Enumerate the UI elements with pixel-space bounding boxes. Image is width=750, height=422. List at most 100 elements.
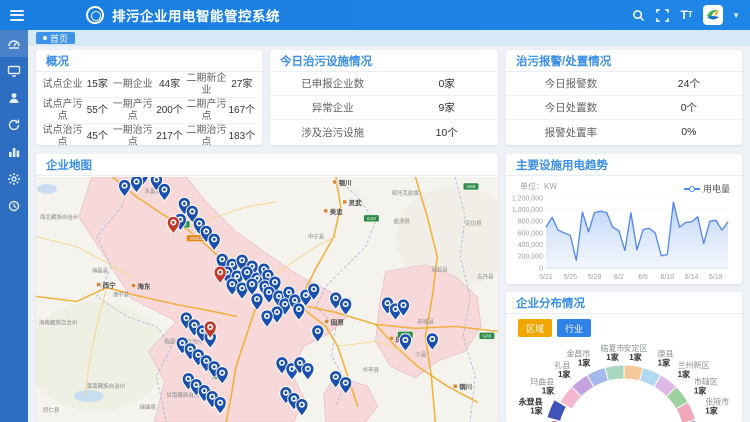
donut-label: 礼县 [554, 360, 570, 370]
overview-value: 44家 [154, 72, 185, 98]
donut-count: 1家 [678, 369, 691, 379]
power-trend-panel: 主要设施用电趋势 单位：KW 用电量 0200,000400,000600,00… [506, 154, 742, 284]
overview-value: 200个 [154, 98, 185, 124]
font-size-icon[interactable]: TT [679, 8, 694, 23]
history-icon [7, 199, 21, 213]
svg-text:1,200,000: 1,200,000 [512, 195, 543, 202]
map-place-label: 同仁县 [43, 406, 60, 414]
donut-label: 安定区 [623, 343, 647, 353]
donut-count: 1家 [578, 358, 591, 368]
donut-label: 玛曲县 [530, 376, 554, 386]
map-place-label: 湟中县 [113, 291, 130, 299]
overview-label: 二期新企业 [185, 72, 228, 98]
table-row: 今日报警数 24个 [506, 72, 742, 96]
svg-text:5/21: 5/21 [539, 274, 553, 281]
map-place-label: 盐池县 [393, 217, 410, 225]
sidebar-item-history[interactable] [0, 192, 28, 219]
map-pin[interactable] [302, 363, 314, 381]
app-logo-icon [86, 6, 104, 24]
map-city-marker [333, 180, 337, 184]
overview-value: 167个 [228, 98, 256, 124]
svg-text:5/25: 5/25 [563, 274, 577, 281]
row-label: 异常企业 [270, 100, 395, 115]
donut-label: 市辖区 [694, 376, 718, 386]
map-place-label: 海北藏族自治州 [40, 213, 78, 221]
sidebar-item-user[interactable] [0, 84, 28, 111]
overview-label: 试点治污点 [42, 124, 83, 145]
donut-count: 1家 [658, 358, 671, 368]
donut-label: 永登县 [518, 396, 543, 406]
donut-count: 1家 [530, 405, 543, 415]
svg-text:200,000: 200,000 [518, 254, 543, 261]
region-toggle-button[interactable]: 区域 [518, 319, 552, 337]
overview-label: 试点企业 [42, 72, 83, 98]
overview-value: 15家 [83, 72, 111, 98]
donut-label: 兰州新区 [678, 360, 710, 370]
map-canvas[interactable]: G30G2012G6G20G22G65G69G75永昌县海晏县海北藏族自治州西宁… [36, 177, 498, 422]
sidebar-item-refresh[interactable] [0, 111, 28, 138]
donut-count: 1家 [705, 405, 718, 415]
menu-icon[interactable] [10, 10, 24, 21]
caret-down-icon[interactable]: ▼ [732, 11, 740, 20]
highway-badge: G20 [364, 215, 380, 222]
overview-value: 27家 [228, 72, 256, 98]
row-value: 10个 [395, 125, 498, 140]
overview-label: 试点产污点 [42, 98, 83, 124]
table-row: 报警处置率 0% [506, 120, 742, 144]
search-icon[interactable] [631, 8, 646, 23]
map-place-label: 固原 [331, 317, 344, 326]
map-place-label: 西宁 [103, 281, 116, 290]
fullscreen-icon[interactable] [655, 8, 670, 23]
overview-label: 一期企业 [111, 72, 154, 98]
sidebar-item-settings[interactable] [0, 165, 28, 192]
svg-text:0: 0 [539, 265, 543, 272]
sidebar-item-statistics[interactable] [0, 138, 28, 165]
map-place-label: 华亭县 [363, 366, 380, 374]
tab-bar: 首页 [28, 30, 750, 46]
highway-badge: G65 [479, 332, 495, 339]
avatar[interactable] [703, 5, 723, 25]
row-value: 24个 [636, 76, 742, 91]
donut-label: 康县 [658, 349, 674, 359]
map-place-label: 吴忠 [330, 207, 343, 216]
map-place-label: 吴起县 [431, 267, 448, 274]
overview-label: 二期治污点 [185, 124, 228, 145]
row-label: 今日处置数 [506, 100, 636, 115]
table-row: 已申报企业数 0家 [270, 72, 498, 96]
map-place-label: 鄂托克前旗 [391, 189, 419, 197]
map-place-label: 银川 [339, 178, 352, 187]
map-city-marker [453, 384, 457, 388]
overview-panel: 概况 试点企业 15家 一期企业 44家 二期新企业 27家 试点产污点 55个… [36, 50, 262, 145]
svg-text:G69: G69 [466, 184, 475, 190]
overview-label: 一期产污点 [111, 98, 154, 124]
overview-label: 一期治污点 [111, 124, 154, 145]
table-row: 异常企业 9家 [270, 96, 498, 120]
sidebar-item-dashboard[interactable] [0, 30, 28, 57]
map-city-marker [324, 209, 328, 213]
row-value: 0个 [636, 100, 742, 115]
table-row: 涉及治污设施 10个 [270, 120, 498, 144]
donut-segment[interactable] [605, 365, 624, 381]
svg-text:6/6: 6/6 [638, 274, 648, 281]
tab-home[interactable]: 首页 [36, 32, 75, 44]
map-place-label: 中宁县 [308, 233, 325, 241]
sidebar-item-monitor[interactable] [0, 57, 28, 84]
overview-value: 55个 [83, 98, 111, 124]
map-city-marker [132, 284, 136, 288]
industry-toggle-button[interactable]: 行业 [557, 319, 591, 337]
distribution-panel: 企业分布情况 区域 行业 永登县1家玛曲县1家礼县1家金昌市1家临夏市1家安定区… [506, 292, 742, 422]
map-place-label: 铜川 [459, 382, 472, 391]
donut-count: 1家 [542, 385, 555, 395]
row-value: 0家 [395, 76, 498, 91]
svg-text:800,000: 800,000 [518, 219, 543, 226]
refresh-icon [7, 118, 21, 132]
svg-text:600,000: 600,000 [518, 230, 543, 237]
row-label: 报警处置率 [506, 125, 636, 140]
main-content: 概况 试点企业 15家 一期企业 44家 二期新企业 27家 试点产污点 55个… [28, 46, 750, 422]
donut-label: 临夏市 [601, 343, 625, 353]
bar-chart-icon [7, 145, 21, 159]
map-lake [74, 390, 104, 402]
svg-text:5/29: 5/29 [588, 274, 602, 281]
row-label: 涉及治污设施 [270, 125, 395, 140]
overview-table: 试点企业 15家 一期企业 44家 二期新企业 27家 试点产污点 55个 一期… [36, 72, 262, 145]
